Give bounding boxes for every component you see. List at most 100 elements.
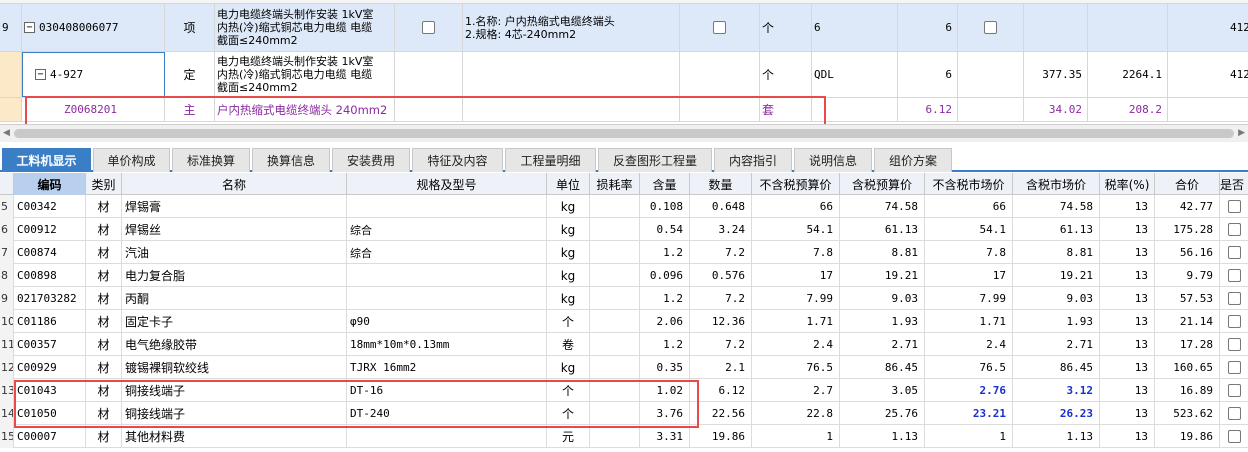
tax-rate[interactable]: 13 [1100, 264, 1155, 287]
content[interactable]: 1.2 [640, 333, 690, 356]
spec[interactable] [347, 425, 547, 448]
collapse-icon[interactable]: − [35, 69, 46, 80]
spec[interactable]: TJRX 16mm2 [347, 356, 547, 379]
material-qty[interactable]: 6.12 [898, 98, 958, 121]
checkbox-icon[interactable] [1227, 430, 1241, 443]
material-name[interactable]: 铜接线端子 [122, 379, 347, 402]
header-category[interactable]: 类别 [86, 173, 122, 195]
checkbox-icon[interactable] [1227, 269, 1241, 282]
market-price-excl-tax[interactable]: 23.21 [925, 402, 1013, 425]
header-content[interactable]: 含量 [640, 173, 690, 195]
row-checkbox[interactable] [1220, 195, 1248, 218]
market-price-excl-tax[interactable]: 54.1 [925, 218, 1013, 241]
market-price-incl-tax[interactable]: 9.03 [1013, 287, 1100, 310]
content[interactable]: 2.06 [640, 310, 690, 333]
spec[interactable]: φ90 [347, 310, 547, 333]
material-row[interactable]: 12 C00929 材镀锡裸铜软绞线 TJRX 16mm2 kg 0.35 2.1 76.5 8… [0, 356, 1248, 379]
row-checkbox[interactable] [1220, 287, 1248, 310]
market-price-excl-tax[interactable]: 1.71 [925, 310, 1013, 333]
checkbox-icon[interactable] [1227, 246, 1241, 259]
tax-rate[interactable]: 13 [1100, 425, 1155, 448]
material-name[interactable]: 丙酮 [122, 287, 347, 310]
tab-installation-cost[interactable]: 安装费用 [332, 148, 410, 172]
loss-rate[interactable] [590, 379, 640, 402]
market-price-excl-tax[interactable]: 66 [925, 195, 1013, 218]
material-row[interactable]: 9 021703282 材丙酮 kg 1.2 7.2 7.99 9.03 7.99 9.03 13 5… [0, 287, 1248, 310]
main-material-row[interactable]: Z0068201 主 户内热缩式电缆终端头 240mm2 套 6.12 34.0… [0, 98, 1248, 122]
material-name[interactable]: 户内热缩式电缆终端头 240mm2 [215, 98, 395, 121]
market-price-excl-tax[interactable]: 1 [925, 425, 1013, 448]
material-name[interactable]: 镀锡裸铜软绞线 [122, 356, 347, 379]
tax-rate[interactable]: 13 [1100, 402, 1155, 425]
spec[interactable]: DT-16 [347, 379, 547, 402]
spec[interactable]: 综合 [347, 218, 547, 241]
market-price-incl-tax[interactable]: 19.21 [1013, 264, 1100, 287]
checkbox-icon[interactable] [1227, 407, 1241, 420]
tax-rate[interactable]: 13 [1100, 333, 1155, 356]
tab-standard-conversion[interactable]: 标准换算 [172, 148, 250, 172]
quota-code[interactable]: −4-927 [22, 52, 165, 97]
material-row[interactable]: 11 C00357 材电气绝缘胶带 18mm*10m*0.13mm 卷 1.2 7.2 2.4… [0, 333, 1248, 356]
market-price-excl-tax[interactable]: 7.8 [925, 241, 1013, 264]
tax-rate[interactable]: 13 [1100, 310, 1155, 333]
checkbox-icon[interactable] [1227, 384, 1241, 397]
material-row[interactable]: 8 C00898 材电力复合脂 kg 0.096 0.576 17 19.21 17 19.21 1… [0, 264, 1248, 287]
header-code[interactable]: 编码 [14, 173, 86, 195]
item-qty[interactable]: 6 [898, 4, 958, 51]
checkbox-icon[interactable] [1227, 200, 1241, 213]
market-price-incl-tax[interactable]: 86.45 [1013, 356, 1100, 379]
loss-rate[interactable] [590, 195, 640, 218]
material-name[interactable]: 焊锡丝 [122, 218, 347, 241]
checkbox-icon[interactable] [1227, 338, 1241, 351]
material-name[interactable]: 固定卡子 [122, 310, 347, 333]
loss-rate[interactable] [590, 356, 640, 379]
tab-reverse-graphic-quantity[interactable]: 反查图形工程量 [598, 148, 712, 172]
market-price-excl-tax[interactable]: 7.99 [925, 287, 1013, 310]
spec[interactable] [347, 264, 547, 287]
material-row[interactable]: 7 C00874 材汽油 综合 kg 1.2 7.2 7.8 8.81 7.8 8.81 13 56.1… [0, 241, 1248, 264]
tab-description-info[interactable]: 说明信息 [794, 148, 872, 172]
checkbox-icon[interactable] [1227, 292, 1241, 305]
market-price-excl-tax[interactable]: 17 [925, 264, 1013, 287]
header-tax-rate[interactable]: 税率(%) [1100, 173, 1155, 195]
row-checkbox[interactable] [1220, 310, 1248, 333]
tax-rate[interactable]: 13 [1100, 195, 1155, 218]
header-market-price-excl-tax[interactable]: 不含税市场价 [925, 173, 1013, 195]
tab-content-guide[interactable]: 内容指引 [714, 148, 792, 172]
market-price-incl-tax[interactable]: 26.23 [1013, 402, 1100, 425]
horizontal-scrollbar[interactable]: ◀ ▶ [0, 124, 1248, 142]
content[interactable]: 0.096 [640, 264, 690, 287]
material-name[interactable]: 电气绝缘胶带 [122, 333, 347, 356]
material-code[interactable]: C00342 [14, 195, 86, 218]
scroll-right-icon[interactable]: ▶ [1238, 128, 1245, 138]
content[interactable]: 1.02 [640, 379, 690, 402]
header-budget-price-excl-tax[interactable]: 不含税预算价 [752, 173, 840, 195]
content[interactable]: 0.54 [640, 218, 690, 241]
content[interactable]: 1.2 [640, 241, 690, 264]
material-row[interactable]: 6 C00912 材焊锡丝 综合 kg 0.54 3.24 54.1 61.13 54.1 61.1… [0, 218, 1248, 241]
tax-rate[interactable]: 13 [1100, 356, 1155, 379]
market-price-incl-tax[interactable]: 3.12 [1013, 379, 1100, 402]
material-code[interactable]: C00874 [14, 241, 86, 264]
material-row[interactable]: 14 C01050 材铜接线端子 DT-240 个 3.76 22.56 22.8 25.76 2… [0, 402, 1248, 425]
tax-rate[interactable]: 13 [1100, 241, 1155, 264]
material-code[interactable]: C01043 [14, 379, 86, 402]
material-code[interactable]: C00929 [14, 356, 86, 379]
material-name[interactable]: 铜接线端子 [122, 402, 347, 425]
tax-rate[interactable]: 13 [1100, 379, 1155, 402]
market-price-incl-tax[interactable]: 1.13 [1013, 425, 1100, 448]
market-price-excl-tax[interactable]: 2.76 [925, 379, 1013, 402]
market-price-incl-tax[interactable]: 74.58 [1013, 195, 1100, 218]
quota-row[interactable]: −4-927 定 电力电缆终端头制作安装 1kV室 内热(冷)缩式铜芯电力电缆 … [0, 52, 1248, 98]
loss-rate[interactable] [590, 287, 640, 310]
scroll-left-icon[interactable]: ◀ [3, 128, 10, 138]
item-qty-expr[interactable]: 6 [812, 4, 898, 51]
market-price-incl-tax[interactable]: 61.13 [1013, 218, 1100, 241]
material-row[interactable]: 15 C00007 材其他材料费元 3.31 19.86 1 1.13 1 1.13 13 19.8… [0, 425, 1248, 448]
header-spec[interactable]: 规格及型号 [347, 173, 547, 195]
tab-labor-material-machine[interactable]: 工料机显示 [2, 148, 91, 172]
tax-rate[interactable]: 13 [1100, 218, 1155, 241]
market-price-excl-tax[interactable]: 2.4 [925, 333, 1013, 356]
loss-rate[interactable] [590, 218, 640, 241]
scrollbar-thumb[interactable] [14, 129, 1234, 138]
